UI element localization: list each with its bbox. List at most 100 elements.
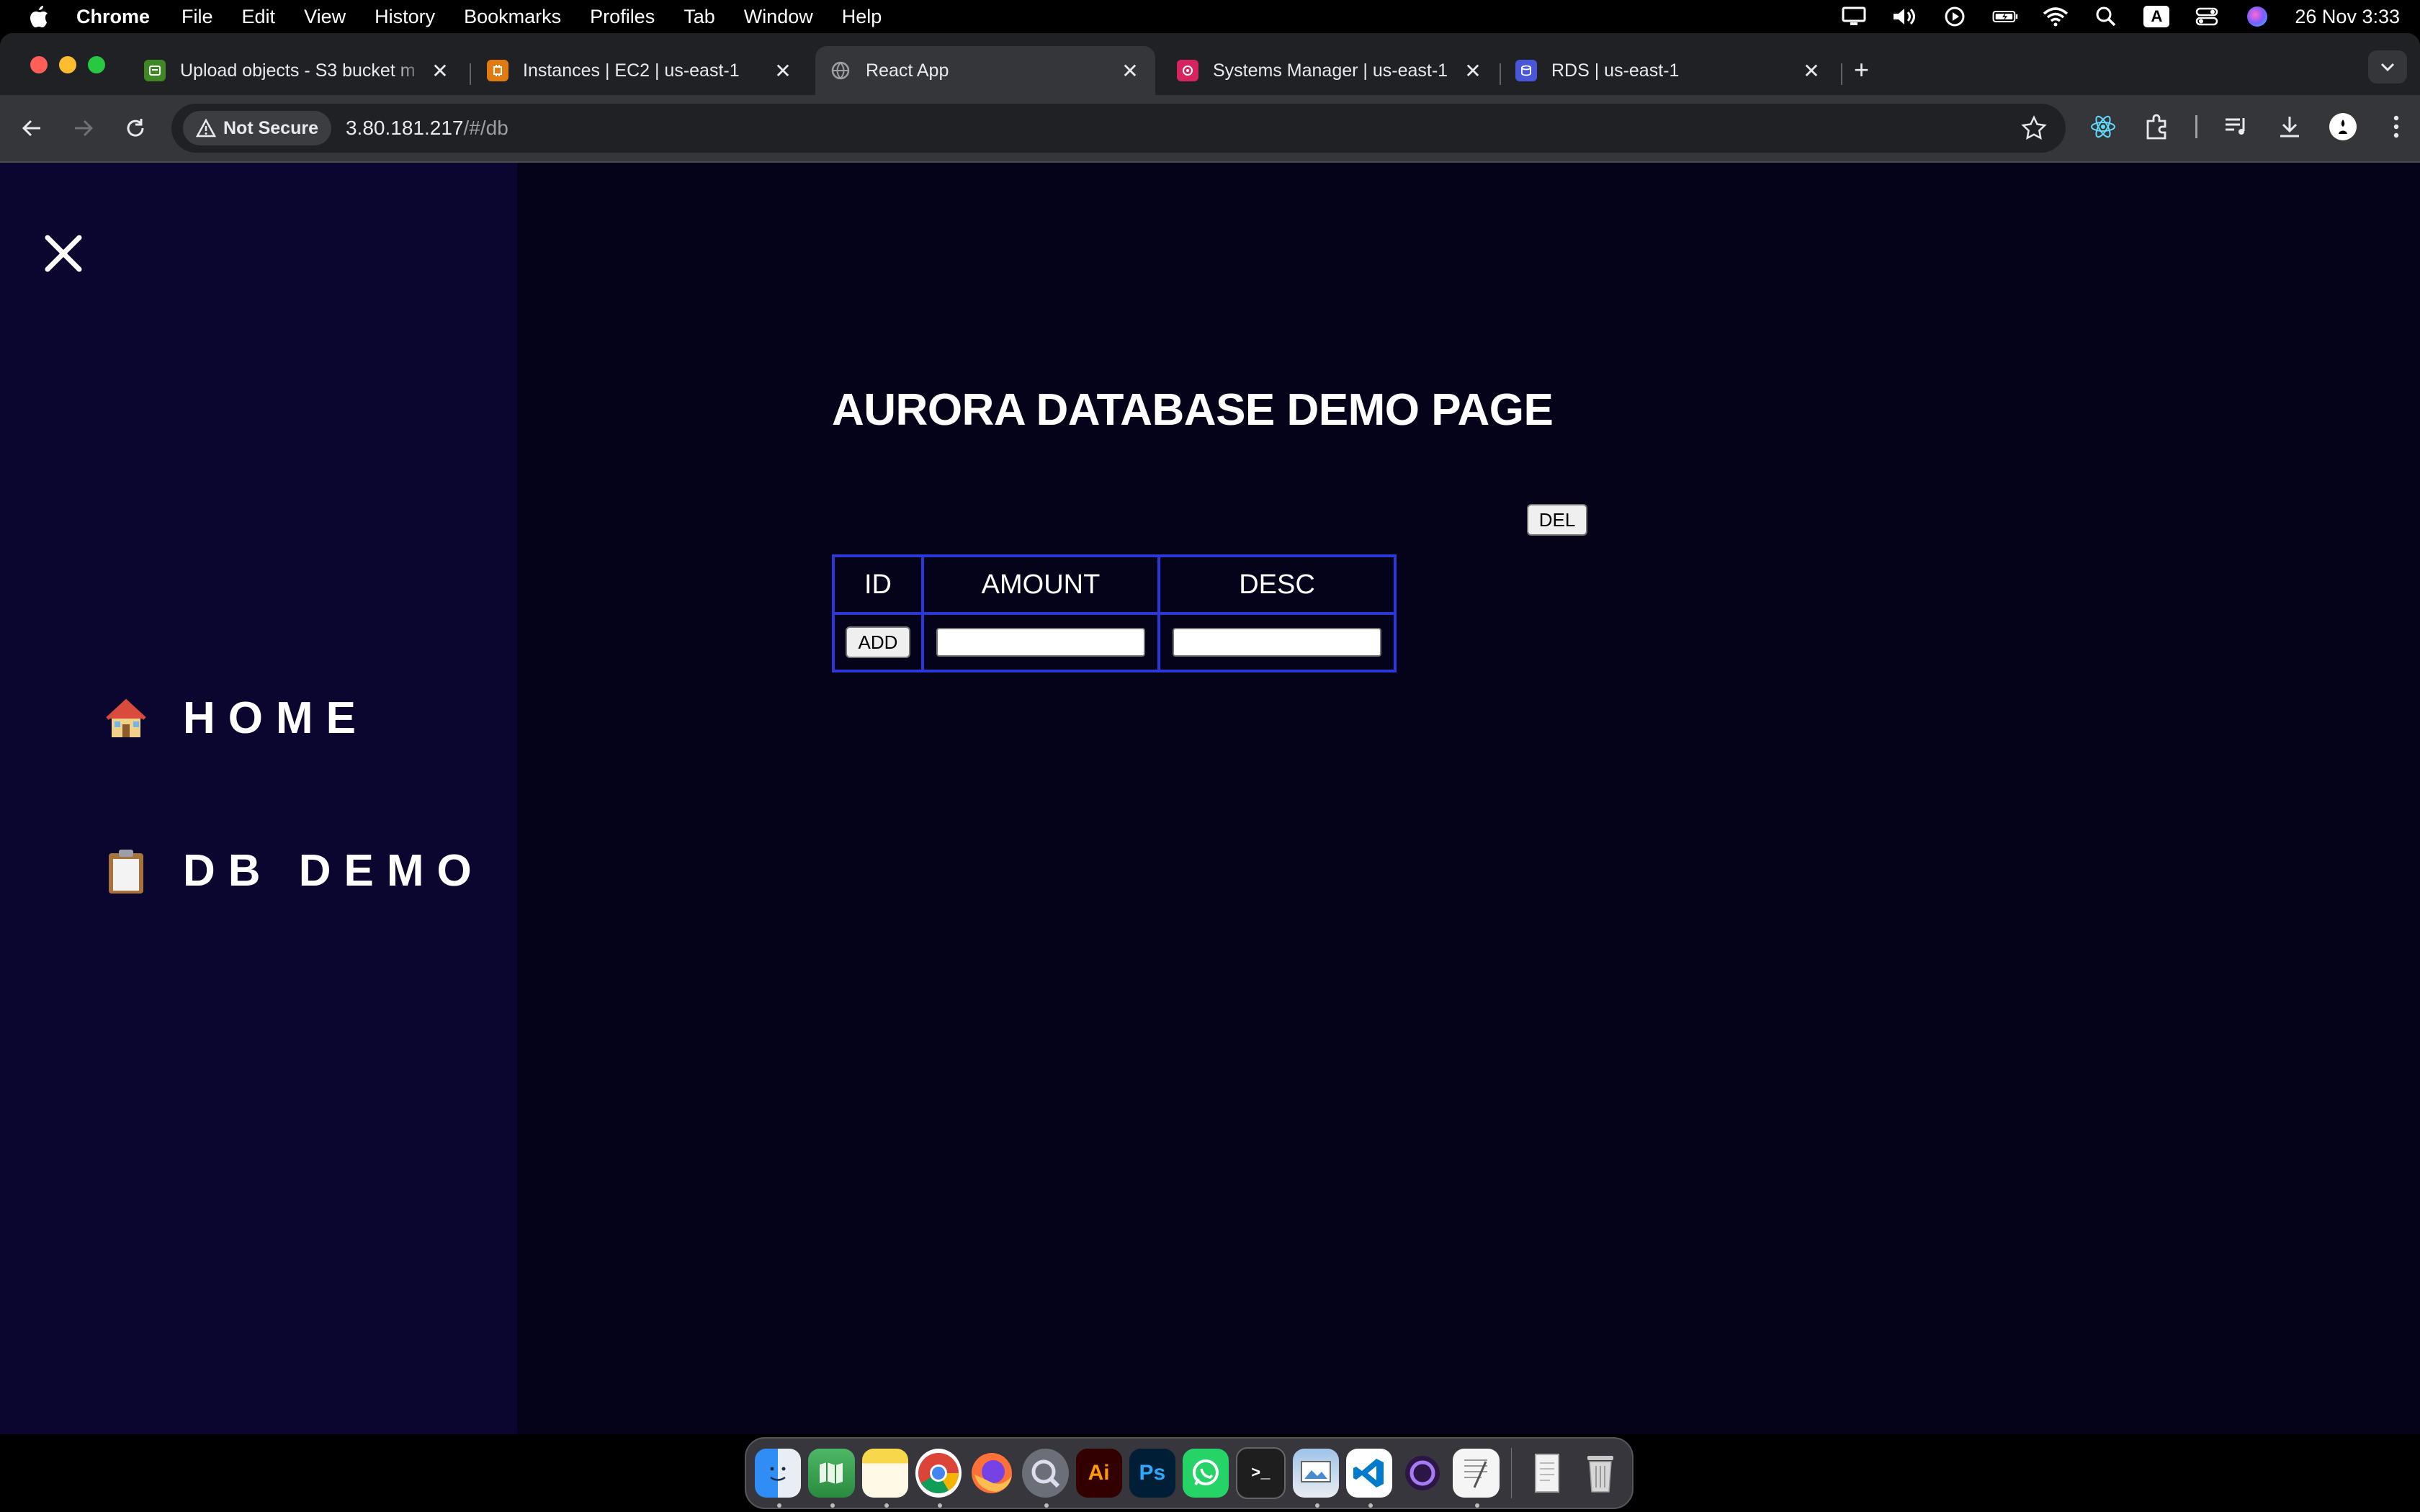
dock-textedit-icon[interactable]	[1453, 1449, 1500, 1508]
sidebar-item-home[interactable]: HOME	[101, 693, 369, 744]
tab-close-icon[interactable]: ✕	[429, 59, 451, 83]
search-icon[interactable]	[2093, 6, 2119, 27]
tab-separator	[470, 63, 471, 85]
tab-close-icon[interactable]: ✕	[1462, 59, 1484, 83]
tab-rds[interactable]: RDS | us-east-1 ✕	[1501, 46, 1837, 95]
menu-app-name[interactable]: Chrome	[76, 6, 150, 28]
amount-cell	[923, 613, 1159, 671]
dock-finder-icon[interactable]	[755, 1449, 802, 1508]
site-info-chip[interactable]: Not Secure	[183, 111, 331, 145]
dock-preview-icon[interactable]	[1292, 1449, 1339, 1508]
tab-title: React App	[866, 60, 949, 81]
tab-s3-upload[interactable]: Upload objects - S3 bucket m ✕	[130, 46, 465, 95]
tab-search-button[interactable]	[2368, 50, 2407, 84]
tab-title: Instances | EC2 | us-east-1	[523, 60, 740, 81]
tab-strip: Upload objects - S3 bucket m ✕ Instances…	[0, 33, 2420, 95]
display-icon[interactable]	[1841, 6, 1867, 27]
systems-manager-icon	[1177, 60, 1198, 81]
menu-profiles[interactable]: Profiles	[590, 6, 655, 28]
more-menu-icon[interactable]	[2382, 111, 2411, 143]
volume-icon[interactable]	[1891, 6, 1917, 27]
download-icon[interactable]	[2275, 111, 2304, 143]
tab-close-icon[interactable]: ✕	[772, 59, 794, 83]
chevron-down-icon	[2380, 63, 2395, 72]
forward-button[interactable]	[69, 114, 98, 143]
tab-separator	[1841, 63, 1842, 85]
menu-window[interactable]: Window	[744, 6, 813, 28]
menu-bookmarks[interactable]: Bookmarks	[464, 6, 561, 28]
amount-input[interactable]	[936, 628, 1145, 657]
tab-ec2-instances[interactable]: Instances | EC2 | us-east-1 ✕	[472, 46, 808, 95]
close-window-button[interactable]	[30, 56, 48, 73]
tab-react-app[interactable]: React App ✕	[815, 46, 1155, 95]
column-header-id: ID	[833, 556, 923, 613]
menu-view[interactable]: View	[304, 6, 346, 28]
sidebar-item-db-demo[interactable]: DB DEMO	[101, 845, 485, 896]
dock-illustrator-icon[interactable]: Ai	[1075, 1449, 1122, 1498]
menu-help[interactable]: Help	[842, 6, 882, 28]
clipboard-icon	[101, 846, 151, 896]
url-text[interactable]: 3.80.181.217/#/db	[346, 117, 508, 140]
rds-icon	[1515, 60, 1537, 81]
macos-menu-bar: Chrome File Edit View History Bookmarks …	[0, 0, 2420, 33]
extensions-puzzle-icon[interactable]	[2142, 111, 2171, 143]
url-path: /#/db	[463, 117, 508, 139]
tab-title: RDS | us-east-1	[1551, 60, 1680, 81]
new-tab-button[interactable]: +	[1854, 55, 1869, 85]
close-menu-icon[interactable]	[42, 232, 85, 275]
dock-tor-browser-icon[interactable]	[1399, 1449, 1446, 1498]
address-bar[interactable]: Not Secure 3.80.181.217/#/db	[171, 104, 2066, 153]
arrow-left-icon	[22, 120, 40, 137]
database-table: ID AMOUNT DESC ADD	[832, 554, 1397, 672]
menu-file[interactable]: File	[182, 6, 213, 28]
menu-tab[interactable]: Tab	[684, 6, 715, 28]
tab-close-icon[interactable]: ✕	[1801, 59, 1822, 83]
desc-cell	[1159, 613, 1395, 671]
react-devtools-icon[interactable]	[2089, 111, 2118, 143]
sidebar-item-label: HOME	[183, 693, 369, 743]
control-center-icon[interactable]	[2194, 6, 2220, 27]
back-button[interactable]	[17, 114, 46, 143]
web-page: HOME DB DEMO AURORA DATABASE DEMO PAGE D…	[0, 163, 2420, 1434]
tab-title: Systems Manager | us-east-1	[1213, 60, 1448, 81]
dock-photoshop-icon[interactable]: Ps	[1129, 1449, 1175, 1498]
dock-notes-icon[interactable]	[861, 1449, 908, 1508]
menu-history[interactable]: History	[375, 6, 435, 28]
column-header-amount: AMOUNT	[923, 556, 1159, 613]
s3-icon	[144, 60, 166, 81]
battery-icon[interactable]	[1992, 6, 2018, 27]
input-source-icon[interactable]: A	[2143, 6, 2170, 27]
table-header-row: ID AMOUNT DESC	[833, 556, 1395, 613]
menu-edit[interactable]: Edit	[242, 6, 276, 28]
dock-vscode-icon[interactable]	[1345, 1449, 1392, 1508]
dock-maps-icon[interactable]	[808, 1449, 855, 1508]
wifi-icon[interactable]	[2043, 6, 2069, 27]
tab-systems-manager[interactable]: Systems Manager | us-east-1 ✕	[1162, 46, 1498, 95]
play-icon[interactable]	[1942, 6, 1968, 27]
delete-button[interactable]: DEL	[1527, 504, 1587, 536]
media-controls-icon[interactable]	[2222, 111, 2251, 143]
dock-quicktime-icon[interactable]	[1022, 1449, 1069, 1508]
dock-chrome-icon[interactable]	[915, 1449, 962, 1508]
siri-icon[interactable]	[2244, 6, 2270, 27]
desc-input[interactable]	[1173, 628, 1381, 657]
profile-avatar-icon[interactable]	[2329, 111, 2357, 143]
dock-firefox-icon[interactable]	[969, 1449, 1015, 1498]
bookmark-star-icon[interactable]	[2021, 115, 2047, 141]
zoom-window-button[interactable]	[88, 56, 105, 73]
column-header-desc: DESC	[1159, 556, 1395, 613]
dock-trash-icon[interactable]	[1577, 1449, 1623, 1498]
arrow-right-icon	[75, 120, 94, 137]
apple-logo-icon[interactable]	[29, 5, 49, 28]
table-row: ADD	[833, 613, 1395, 671]
macos-dock: Ai Ps >_	[745, 1437, 1634, 1509]
dock-documents-stack-icon[interactable]	[1523, 1449, 1569, 1498]
add-button[interactable]: ADD	[846, 626, 910, 658]
minimize-window-button[interactable]	[59, 56, 76, 73]
tab-close-icon[interactable]: ✕	[1119, 59, 1141, 83]
input-source-label: A	[2143, 6, 2170, 27]
dock-terminal-icon[interactable]: >_	[1236, 1447, 1286, 1499]
menu-clock[interactable]: 26 Nov 3:33	[2295, 6, 2400, 28]
reload-button[interactable]	[121, 114, 150, 143]
dock-whatsapp-icon[interactable]	[1183, 1449, 1229, 1498]
